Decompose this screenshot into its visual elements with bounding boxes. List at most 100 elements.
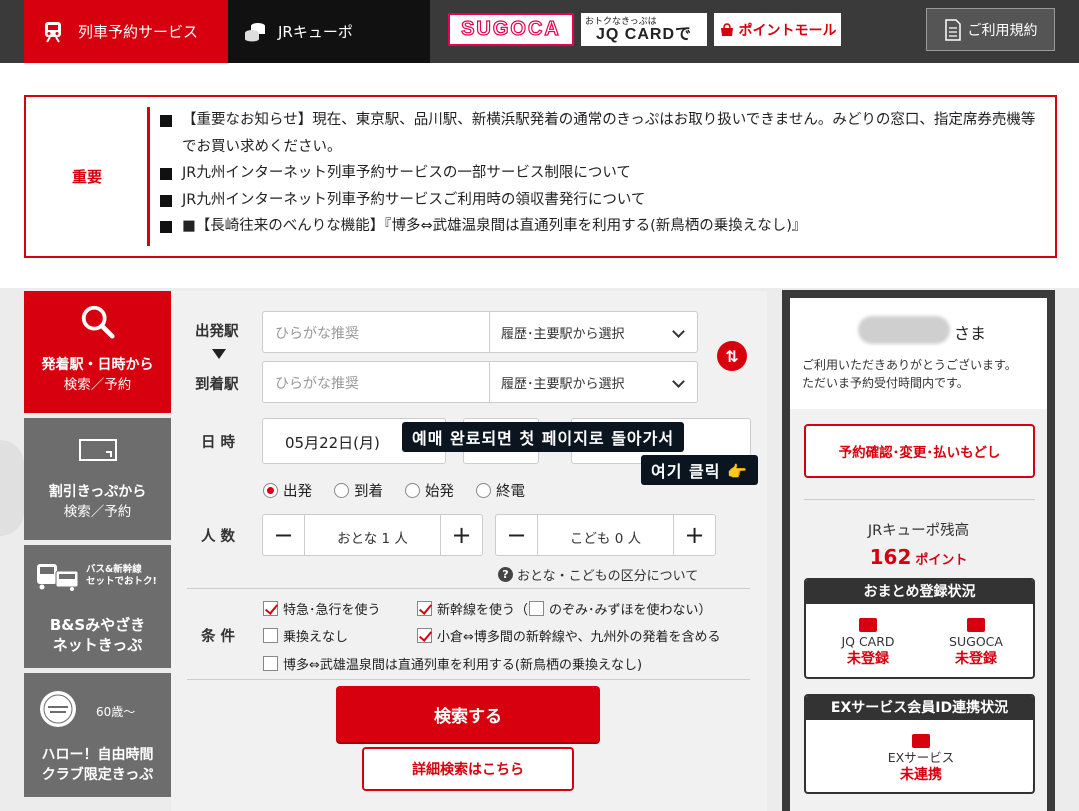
tab-train-reservation[interactable]: 列車予約サービス: [24, 0, 228, 63]
adult-minus-button[interactable]: −: [263, 515, 305, 555]
radio-last-train[interactable]: 終電: [476, 480, 525, 501]
reservation-confirm-button[interactable]: 予約確認･変更･払いもどし: [804, 424, 1035, 478]
notice-item[interactable]: JR九州インターネット列車予約サービスの一部サービス制限について: [160, 160, 1041, 187]
arrival-station-input[interactable]: ひらがな推奨: [275, 373, 359, 393]
user-greeting: さま ご利用いただきありがとうございます。 ただいま予約受付時間内です。: [790, 298, 1047, 409]
divider: [187, 588, 750, 589]
date-value: 05月22日(月): [285, 434, 380, 452]
cubo-balance-title: JRキューポ残高: [867, 523, 970, 539]
ic-card-icon: [967, 618, 985, 632]
greeting-line1: ご利用いただきありがとうございます。: [802, 358, 1017, 372]
jq-card-banner[interactable]: おトクなきっぷは JQ CARDで: [581, 13, 707, 46]
checkbox-express[interactable]: 特急･急行を使う: [263, 599, 381, 618]
menu-search-sub: 検索／予約: [63, 377, 132, 393]
card-icon: [859, 618, 877, 632]
jq-card-registration[interactable]: JQ CARD 未登録: [818, 618, 918, 668]
checkbox-direct-train[interactable]: 博多⇔武雄温泉間は直通列車を利用する(新鳥栖の乗換えなし): [263, 654, 642, 673]
honorific: さま: [954, 324, 987, 343]
checkbox-box: [263, 628, 278, 643]
terms-button[interactable]: ご利用規約: [926, 8, 1055, 51]
tab-jr-cubo[interactable]: JRキューポ: [228, 0, 430, 63]
menu-search-title: 発着駅・日時から: [41, 357, 154, 373]
detail-search-button[interactable]: 詳細検索はこちら: [362, 747, 574, 791]
checkbox-label: 乗換えなし: [283, 630, 349, 645]
child-value: こども 0 人: [569, 531, 642, 547]
point-mall-banner[interactable]: ポイントモール: [714, 13, 841, 46]
tab-jr-cubo-label: JRキューポ: [278, 23, 353, 41]
radio-first-train[interactable]: 始発: [405, 480, 454, 501]
menu-hello-sub: クラブ限定きっぷ: [41, 767, 154, 783]
ex-service-box: EXサービス会員ID連携状況 EXサービス 未連携: [804, 694, 1035, 794]
radio-label: 終電: [496, 484, 525, 500]
question-icon: ?: [498, 567, 513, 582]
departure-station-input[interactable]: ひらがな推奨: [275, 323, 359, 343]
sugoca-registration[interactable]: SUGOCA 未登録: [926, 618, 1026, 668]
adult-value: おとな 1 人: [337, 531, 408, 547]
tab-train-reservation-label: 列車予約サービス: [78, 23, 199, 41]
menu-bs-miyazaki[interactable]: バス&新幹線 セットでおトク! B&Sみやざき ネットきっぷ: [24, 545, 171, 668]
radio-circle: [334, 483, 349, 498]
menu-discount-tickets[interactable]: 割引きっぷから 検索／予約: [24, 418, 171, 540]
jq-card-name: JQ CARD: [841, 634, 895, 649]
arrival-label: 到着駅: [195, 377, 239, 393]
sugoca-banner[interactable]: SUGOCA: [448, 13, 574, 46]
ex-title: EXサービス会員ID連携状況: [806, 696, 1033, 720]
checkbox-no-transfer[interactable]: 乗換えなし: [263, 626, 348, 645]
radio-label: 到着: [354, 484, 383, 500]
notice-list: 【重要なお知らせ】現在、東京駅、品川駅、新横浜駅発着の通常のきっぷはお取り扱いで…: [160, 107, 1041, 240]
hello-age: 60歳～: [96, 705, 136, 719]
people-label: 人 数: [201, 529, 236, 545]
child-minus-button[interactable]: −: [496, 515, 538, 555]
username-blurred: [858, 316, 950, 344]
hello-club-logo-icon: [40, 691, 76, 727]
arrival-station-select[interactable]: 履歴･主要駅から選択: [489, 362, 697, 402]
ex-status: 未連携: [900, 767, 942, 783]
search-icon: [81, 305, 115, 339]
bs-badge: バス&新幹線 セットでおトク!: [36, 561, 157, 591]
checkbox-kokura-hakata[interactable]: 小倉⇔博多間の新幹線や、九州外の発着を含める: [417, 626, 721, 645]
matome-registration-box: おまとめ登録状況 JQ CARD 未登録 SUGOCA 未登録: [804, 578, 1035, 679]
bs-badge-line1: バス&新幹線: [86, 564, 142, 575]
cubo-points: 162: [869, 545, 912, 569]
notice-item[interactable]: ■【長崎往来のべんりな機能】『博多⇔武雄温泉間は直通列車を利用する(新鳥栖の乗換…: [160, 213, 1041, 240]
departure-label: 出発駅: [195, 324, 239, 340]
datetime-label: 日 時: [201, 435, 236, 451]
menu-hello-free-time[interactable]: 60歳～ ハロー！自由時間 クラブ限定きっぷ: [24, 673, 171, 797]
arrow-down-icon: [212, 349, 226, 359]
notice-item[interactable]: 【重要なお知らせ】現在、東京駅、品川駅、新横浜駅発着の通常のきっぷはお取り扱いで…: [160, 107, 1041, 160]
checkbox-shinkansen[interactable]: 新幹線を使う（: [417, 599, 528, 618]
menu-search-by-station[interactable]: 発着駅・日時から 検索／予約: [24, 291, 181, 413]
departure-station-select[interactable]: 履歴･主要駅から選択: [489, 312, 697, 352]
card-icon: [912, 734, 930, 748]
adult-plus-button[interactable]: +: [440, 515, 482, 555]
top-nav: 列車予約サービス JRキューポ SUGOCA おトクなきっぷは JQ CARDで…: [0, 0, 1079, 63]
sugoca-status: 未登録: [955, 651, 997, 667]
greeting-line2: ただいま予約受付時間内です。: [802, 376, 969, 390]
search-button[interactable]: 検索する: [336, 686, 600, 742]
annotation-line1: 예매 완료되면 첫 페이지로 돌아가서: [402, 422, 685, 452]
checkbox-label: 特急･急行を使う: [283, 603, 381, 618]
important-notice: 重要 【重要なお知らせ】現在、東京駅、品川駅、新横浜駅発着の通常のきっぷはお取り…: [24, 95, 1057, 258]
ticket-icon: [78, 439, 117, 461]
jq-card-status: 未登録: [847, 651, 889, 667]
divider: [187, 679, 750, 680]
notice-item[interactable]: JR九州インターネット列車予約サービスご利用時の領収書発行について: [160, 187, 1041, 214]
child-plus-button[interactable]: +: [673, 515, 715, 555]
cubo-unit: ポイント: [915, 553, 968, 568]
child-stepper: − こども 0 人 +: [495, 514, 716, 556]
age-category-help-link[interactable]: ? おとな・こどもの区分について: [498, 565, 698, 584]
radio-arrival[interactable]: 到着: [334, 480, 383, 501]
ex-service-link[interactable]: EXサービス 未連携: [871, 734, 971, 784]
jq-card-banner-sub: おトクなきっぷは: [585, 15, 657, 26]
checkbox-label: 新幹線を使う（: [437, 603, 529, 618]
checkbox-box: [263, 656, 278, 671]
checkbox-no-nozomi[interactable]: のぞみ･みずほを使わない）: [529, 599, 712, 618]
sugoca-logo: SUGOCA: [460, 17, 561, 40]
terms-label: ご利用規約: [967, 22, 1038, 39]
menu-hello-title: ハロー！自由時間: [41, 747, 154, 763]
menu-bs-title: B&Sみやざき: [49, 616, 146, 634]
account-panel-inner: さま ご利用いただきありがとうございます。 ただいま予約受付時間内です。 予約確…: [790, 298, 1047, 811]
swap-stations-button[interactable]: ⇅: [717, 341, 747, 371]
search-form: 出発駅 到着駅 ひらがな推奨 履歴･主要駅から選択 ひらがな推奨 履歴･主要駅か…: [171, 291, 767, 811]
radio-departure[interactable]: 出発: [263, 480, 312, 501]
